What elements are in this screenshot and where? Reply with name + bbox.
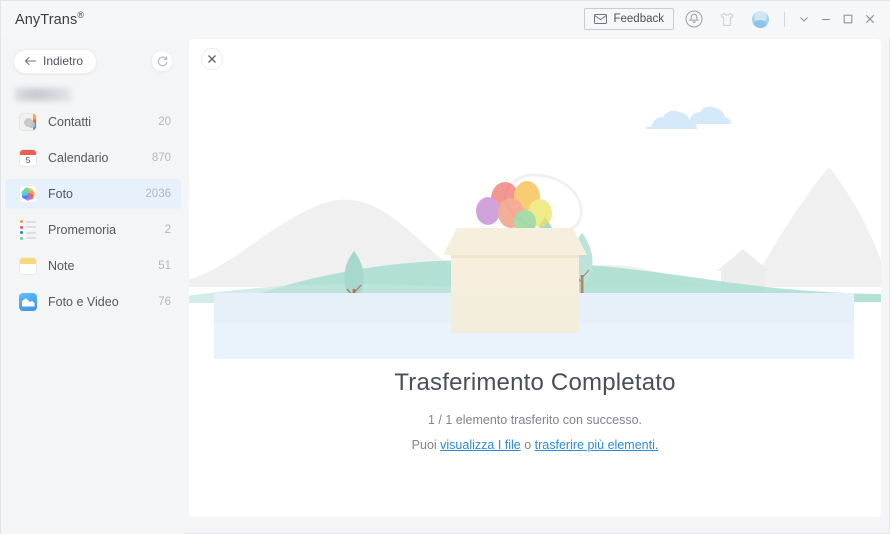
avatar — [751, 10, 769, 28]
sidebar-item-count: 51 — [158, 260, 171, 272]
photos-icon — [19, 185, 37, 203]
sidebar-item-promemoria[interactable]: Promemoria 2 — [5, 215, 181, 245]
page-title: Trasferimento Completato — [394, 369, 676, 396]
sidebar-item-count: 870 — [151, 152, 171, 164]
photos-video-icon — [19, 293, 37, 311]
sidebar-item-label: Note — [48, 259, 75, 273]
sidebar-item-note[interactable]: Note 51 — [5, 251, 181, 281]
sidebar-item-label: Foto e Video — [48, 295, 119, 309]
chevron-down-icon[interactable] — [793, 6, 815, 32]
dialog-close-button[interactable] — [201, 48, 223, 70]
content-panel: Trasferimento Completato 1 / 1 elemento … — [189, 39, 881, 517]
calendar-icon: 5 — [19, 149, 37, 167]
sidebar-item-count: 20 — [158, 116, 171, 128]
sidebar-item-contatti[interactable]: Contatti 20 — [5, 107, 181, 137]
sidebar-item-label: Promemoria — [48, 223, 117, 237]
tshirt-gift-icon[interactable] — [714, 6, 740, 32]
clouds — [645, 106, 731, 129]
title-bar: AnyTrans® Feedback — [1, 1, 890, 37]
sidebar-item-count: 2036 — [145, 188, 171, 200]
sidebar-item-foto-e-video[interactable]: Foto e Video 76 — [5, 287, 181, 317]
arrow-left-icon — [24, 56, 37, 66]
avatar-icon[interactable] — [747, 6, 773, 32]
sidebar-header: Indietro — [1, 43, 185, 79]
view-files-link[interactable]: visualizza I file — [440, 438, 521, 452]
feedback-button[interactable]: Feedback — [584, 8, 674, 30]
hint-middle: o — [520, 438, 535, 452]
transfer-complete-illustration — [189, 97, 881, 359]
device-name-redacted — [15, 88, 71, 101]
transfer-hint: Puoi visualizza I file o trasferire più … — [189, 438, 881, 452]
sidebar: Indietro Contatti 20 5 Calendario 870 Fo… — [1, 37, 185, 534]
gift-box — [443, 228, 587, 333]
balloons — [476, 181, 552, 234]
sidebar-item-foto[interactable]: Foto 2036 — [5, 179, 181, 209]
status-text-block: Trasferimento Completato 1 / 1 elemento … — [189, 369, 881, 452]
reminders-icon — [19, 220, 37, 240]
back-label: Indietro — [43, 54, 84, 68]
registered-mark: ® — [77, 10, 85, 21]
transfer-summary: 1 / 1 elemento trasferito con successo. — [428, 413, 642, 427]
sidebar-item-calendario[interactable]: 5 Calendario 870 — [5, 143, 181, 173]
close-icon[interactable] — [859, 6, 881, 32]
calendar-day: 5 — [25, 155, 31, 166]
feedback-label: Feedback — [613, 13, 664, 25]
sidebar-item-label: Contatti — [48, 115, 92, 129]
bell-icon[interactable] — [681, 6, 707, 32]
title-bar-controls: Feedback — [584, 1, 890, 37]
hint-prefix: Puoi — [411, 438, 441, 452]
sidebar-item-count: 2 — [164, 224, 171, 236]
minimize-icon[interactable] — [815, 6, 837, 32]
anytrans-window: AnyTrans® Feedback Indietro Contatti 20 … — [0, 0, 890, 534]
sidebar-item-label: Foto — [48, 187, 74, 201]
refresh-icon — [156, 55, 169, 68]
transfer-more-link[interactable]: trasferire più elementi. — [535, 438, 659, 452]
notes-icon — [19, 257, 37, 275]
divider — [784, 11, 785, 27]
app-title-text: AnyTrans — [15, 11, 78, 28]
refresh-button[interactable] — [151, 50, 173, 72]
envelope-icon — [594, 14, 608, 24]
maximize-icon[interactable] — [837, 6, 859, 32]
sidebar-nav: Contatti 20 5 Calendario 870 Foto 2036 P… — [1, 107, 185, 317]
sidebar-item-count: 76 — [158, 296, 171, 308]
contacts-icon — [19, 113, 37, 131]
back-button[interactable]: Indietro — [13, 48, 98, 74]
app-title: AnyTrans® — [15, 10, 84, 28]
close-icon — [207, 54, 217, 64]
sidebar-item-label: Calendario — [48, 151, 109, 165]
